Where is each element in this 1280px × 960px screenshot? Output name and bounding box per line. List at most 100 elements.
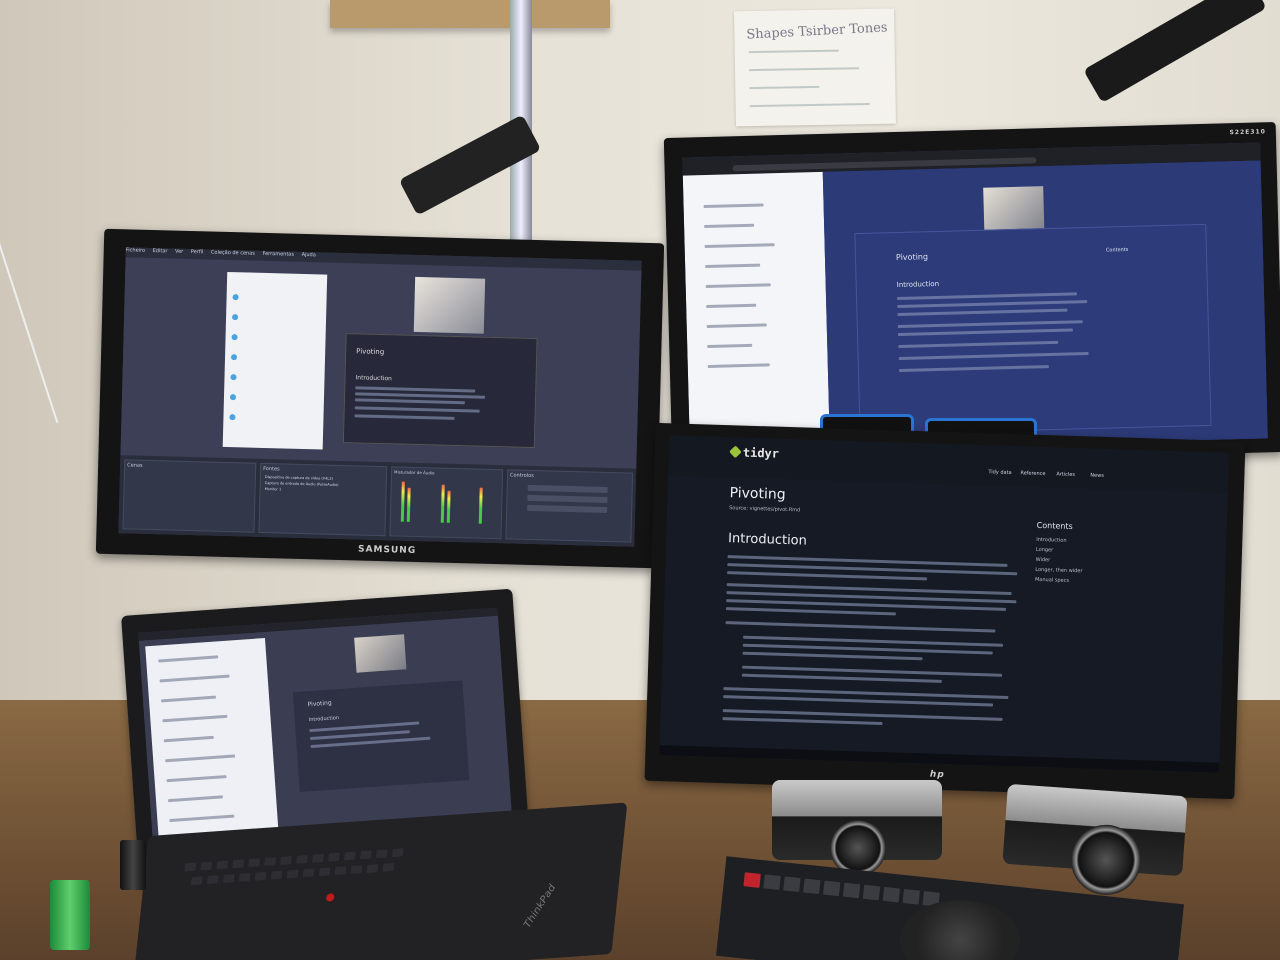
toc-item[interactable]: Wider — [1036, 557, 1051, 563]
escape-key[interactable] — [743, 872, 761, 888]
text-line — [725, 621, 996, 633]
list-item[interactable] — [159, 674, 230, 683]
key[interactable] — [302, 868, 315, 878]
film-canister — [120, 840, 146, 890]
audio-mixer-dock[interactable]: Misturador de Áudio — [389, 466, 504, 540]
key[interactable] — [842, 882, 861, 899]
slide-title: Pivoting — [356, 347, 385, 357]
key[interactable] — [803, 878, 821, 895]
section-heading: Introduction — [727, 531, 808, 549]
obs-preview[interactable]: Pivoting Introduction — [120, 257, 642, 469]
text-line — [897, 300, 1088, 309]
key[interactable] — [328, 852, 340, 862]
nav-link[interactable]: Articles — [1056, 471, 1075, 478]
key[interactable] — [783, 876, 801, 893]
list-item[interactable] — [165, 754, 236, 763]
list-item[interactable] — [167, 795, 224, 803]
key[interactable] — [366, 864, 379, 873]
key[interactable] — [763, 874, 781, 890]
source-line[interactable]: Source: vignettes/pivot.Rmd — [729, 505, 800, 513]
scenes-dock[interactable]: Cenas — [122, 459, 257, 533]
text-line — [354, 398, 465, 405]
paper-note: Shapes Tsirber Tones — [734, 8, 896, 127]
list-item[interactable] — [705, 263, 761, 269]
nav-link[interactable]: Tidy data — [988, 469, 1011, 476]
key[interactable] — [382, 862, 395, 872]
slide-window: Pivoting Introduction — [342, 333, 538, 449]
key[interactable] — [296, 854, 308, 864]
text-line — [741, 673, 942, 683]
key[interactable] — [232, 859, 245, 869]
menu-item[interactable]: Ferramentas — [262, 251, 294, 258]
key[interactable] — [184, 862, 197, 872]
key[interactable] — [823, 880, 841, 897]
toc-item[interactable]: Introduction — [1036, 537, 1066, 544]
control-button[interactable] — [527, 484, 608, 493]
menu-item[interactable]: Perfil — [191, 249, 204, 255]
key[interactable] — [200, 861, 213, 871]
controls-dock[interactable]: Controlos — [505, 469, 634, 543]
menu-item[interactable]: Ajuda — [302, 252, 316, 258]
key[interactable] — [902, 888, 920, 905]
toc-item[interactable]: Manual specs — [1035, 577, 1069, 584]
list-item[interactable] — [703, 203, 764, 209]
section-heading: Introduction — [896, 279, 940, 290]
list-item[interactable] — [163, 735, 214, 743]
key[interactable] — [862, 884, 881, 901]
list-item[interactable] — [160, 695, 217, 703]
list-item[interactable] — [166, 775, 227, 783]
menu-item[interactable]: Coleção de cenas — [211, 250, 255, 257]
key[interactable] — [350, 865, 363, 875]
list-item[interactable] — [707, 343, 753, 348]
key[interactable] — [334, 866, 347, 876]
film-camera — [772, 780, 942, 876]
tidyr-logo[interactable]: tidyr — [729, 445, 779, 461]
key[interactable] — [280, 856, 293, 865]
list-item[interactable] — [162, 714, 228, 723]
list-item[interactable] — [158, 655, 219, 663]
key[interactable] — [238, 872, 251, 882]
key[interactable] — [391, 848, 404, 858]
key[interactable] — [206, 875, 219, 885]
text-line — [898, 340, 1059, 348]
sources-dock[interactable]: Fontes Dispositivo de captura de vídeo (… — [258, 462, 388, 537]
toc-item[interactable]: Longer, then wider — [1035, 567, 1082, 574]
key[interactable] — [312, 853, 324, 863]
key[interactable] — [375, 849, 388, 859]
avatar — [232, 294, 239, 301]
webcam-feed — [413, 276, 486, 334]
key[interactable] — [286, 869, 299, 879]
list-item[interactable] — [704, 243, 775, 249]
scribble — [748, 49, 839, 54]
key[interactable] — [882, 886, 901, 903]
list-item[interactable] — [707, 363, 770, 368]
menu-item[interactable]: Editar — [153, 248, 168, 254]
taskbar[interactable] — [659, 745, 1220, 773]
key[interactable] — [270, 870, 283, 880]
scribble — [749, 85, 820, 90]
nav-link[interactable]: Reference — [1020, 470, 1045, 477]
key[interactable] — [318, 867, 331, 877]
menu-item[interactable]: Ficheiro — [126, 247, 145, 254]
list-item[interactable] — [706, 303, 757, 309]
control-button[interactable] — [527, 504, 608, 513]
control-button[interactable] — [527, 494, 608, 503]
webcam-feed — [354, 634, 407, 673]
menu-item[interactable]: Ver — [175, 249, 183, 255]
toc-item[interactable]: Longer — [1036, 547, 1053, 554]
key[interactable] — [254, 871, 267, 881]
key[interactable] — [264, 857, 277, 867]
key[interactable] — [190, 876, 203, 886]
list-item[interactable] — [706, 323, 767, 329]
desk-scene: Shapes Tsirber Tones Ficheiro Editar Ver… — [0, 0, 1280, 960]
key[interactable] — [359, 850, 372, 860]
nav-link[interactable]: News — [1090, 472, 1104, 478]
trackpoint[interactable] — [325, 893, 335, 902]
key[interactable] — [344, 851, 356, 861]
list-item[interactable] — [705, 283, 771, 289]
list-item[interactable] — [704, 223, 755, 229]
key[interactable] — [248, 858, 261, 868]
key[interactable] — [216, 860, 229, 870]
list-item[interactable] — [169, 814, 235, 823]
key[interactable] — [222, 874, 235, 883]
